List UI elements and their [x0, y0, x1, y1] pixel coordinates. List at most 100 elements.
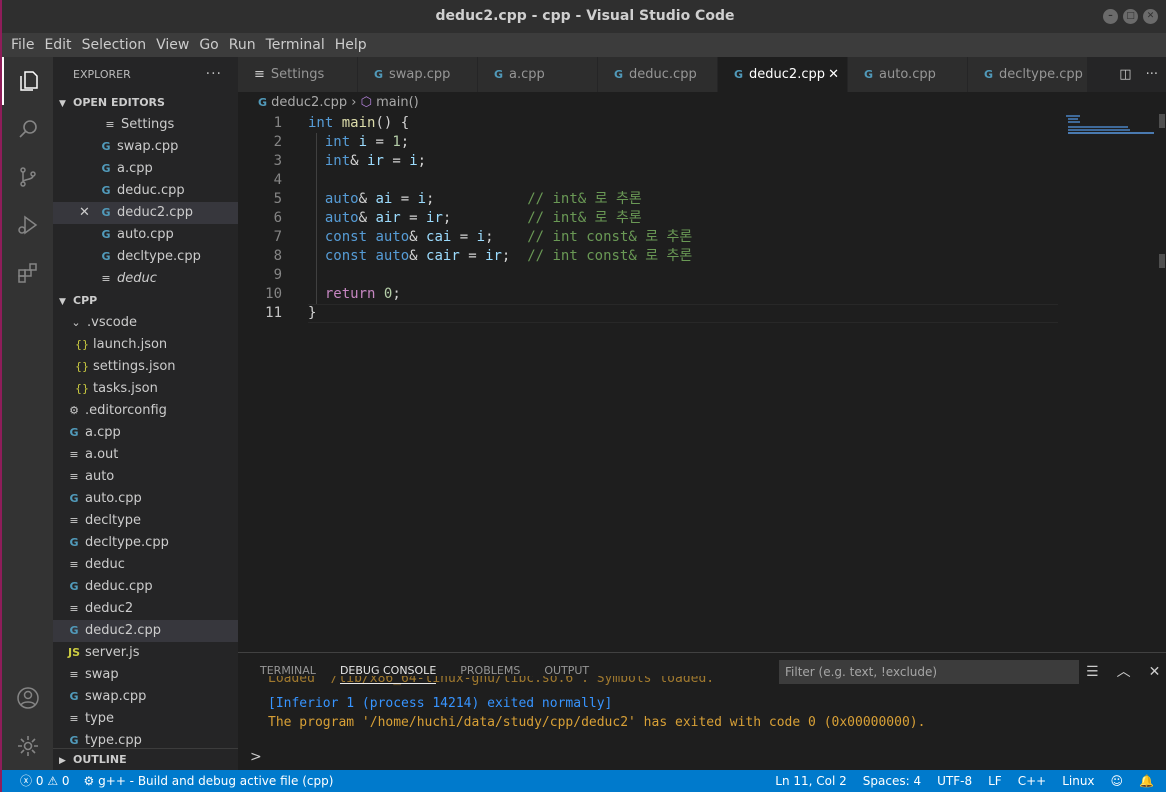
split-editor-icon[interactable]: ◫: [1119, 67, 1131, 82]
menu-bar: File Edit Selection View Go Run Terminal…: [2, 33, 1166, 57]
open-editor-decltype-cpp[interactable]: Gdecltype.cpp: [53, 246, 238, 268]
file-icon: ≡: [69, 602, 79, 615]
tab-swap-cpp[interactable]: Gswap.cpp: [358, 57, 478, 92]
tab-settings[interactable]: ≡ Settings: [238, 57, 358, 92]
explorer-title: EXPLORER: [73, 68, 131, 81]
file-auto-cpp[interactable]: Gauto.cpp: [53, 488, 238, 510]
menu-edit[interactable]: Edit: [39, 33, 76, 57]
language-mode[interactable]: C++: [1018, 770, 1047, 792]
os-indicator[interactable]: Linux: [1062, 770, 1094, 792]
search-icon[interactable]: [2, 105, 53, 153]
menu-view[interactable]: View: [151, 33, 194, 57]
current-line-highlight: [308, 304, 1058, 323]
menu-run[interactable]: Run: [224, 33, 261, 57]
file-server-js[interactable]: JS server.js: [53, 642, 238, 664]
problems-indicator[interactable]: ⓧ 0 ⚠ 0: [20, 770, 70, 792]
file-type-cpp[interactable]: Gtype.cpp: [53, 730, 238, 748]
c-plus-plus-icon: G: [101, 162, 111, 175]
feedback-icon[interactable]: ☺: [1111, 770, 1124, 792]
file-swap-cpp[interactable]: Gswap.cpp: [53, 686, 238, 708]
settings-icon: ≡: [254, 67, 265, 82]
file-icon: ≡: [69, 470, 79, 483]
debug-console-filter-input[interactable]: Filter (e.g. text, !exclude): [779, 660, 1079, 684]
file-icon: ≡: [69, 712, 79, 725]
chevron-down-icon: ⌄: [71, 316, 81, 329]
more-actions-icon[interactable]: ···: [206, 57, 222, 92]
close-icon[interactable]: ✕: [79, 202, 90, 224]
end-of-line[interactable]: LF: [988, 770, 1002, 792]
indentation[interactable]: Spaces: 4: [863, 770, 921, 792]
minimap[interactable]: [1064, 114, 1159, 144]
file-deduc[interactable]: ≡ deduc: [53, 554, 238, 576]
menu-go[interactable]: Go: [194, 33, 223, 57]
file-a-out[interactable]: ≡ a.out: [53, 444, 238, 466]
outline-header[interactable]: ▶ OUTLINE: [53, 748, 238, 770]
more-actions-icon[interactable]: ···: [1146, 67, 1158, 82]
tab-a-cpp[interactable]: Ga.cpp: [478, 57, 598, 92]
debug-icon: ⚙: [83, 774, 95, 788]
close-window-button[interactable]: ✕: [1143, 9, 1158, 24]
code-editor[interactable]: 1 int main() { 2 int i = 1; 3 int& ir = i…: [238, 114, 1166, 652]
folder-vscode[interactable]: ⌄ .vscode: [53, 312, 238, 334]
menu-terminal[interactable]: Terminal: [261, 33, 330, 57]
explorer-icon[interactable]: [2, 57, 53, 105]
close-panel-icon[interactable]: ✕: [1149, 660, 1161, 684]
file-launch-json[interactable]: {} launch.json: [53, 334, 238, 356]
menu-file[interactable]: File: [6, 33, 39, 57]
file-deduc2[interactable]: ≡ deduc2: [53, 598, 238, 620]
breadcrumb-file[interactable]: deduc2.cpp: [271, 95, 347, 110]
file-type[interactable]: ≡ type: [53, 708, 238, 730]
file-settings-json[interactable]: {} settings.json: [53, 356, 238, 378]
maximize-button[interactable]: □: [1123, 9, 1138, 24]
clear-console-icon[interactable]: ☰: [1086, 660, 1099, 684]
file-deduc2-cpp[interactable]: Gdeduc2.cpp: [53, 620, 238, 642]
tab-deduc2-cpp[interactable]: Gdeduc2.cpp ✕: [718, 57, 848, 92]
tab-deduc-cpp[interactable]: Gdeduc.cpp: [598, 57, 718, 92]
cursor-position[interactable]: Ln 11, Col 2: [775, 770, 847, 792]
folder-header-cpp[interactable]: ▼ CPP: [53, 290, 238, 312]
open-editor-a-cpp[interactable]: Ga.cpp: [53, 158, 238, 180]
symbol-method-icon: ⬡: [360, 95, 372, 110]
tab-auto-cpp[interactable]: Gauto.cpp: [848, 57, 968, 92]
file-swap[interactable]: ≡ swap: [53, 664, 238, 686]
scrollbar-thumb[interactable]: [1159, 114, 1165, 128]
file-auto[interactable]: ≡ auto: [53, 466, 238, 488]
extensions-icon[interactable]: [2, 249, 53, 297]
c-plus-plus-icon: G: [69, 624, 79, 637]
open-editor-swap-cpp[interactable]: Gswap.cpp: [53, 136, 238, 158]
menu-selection[interactable]: Selection: [77, 33, 152, 57]
open-editor-deduc2-cpp[interactable]: ✕ Gdeduc2.cpp: [53, 202, 238, 224]
file-decltype-cpp[interactable]: Gdecltype.cpp: [53, 532, 238, 554]
console-prompt-icon[interactable]: >: [250, 749, 262, 765]
open-editor-auto-cpp[interactable]: Gauto.cpp: [53, 224, 238, 246]
open-editor-settings[interactable]: ≡ Settings: [53, 114, 238, 136]
file-decltype[interactable]: ≡ decltype: [53, 510, 238, 532]
open-editor-deduc[interactable]: ≡ deduc: [53, 268, 238, 290]
close-tab-icon[interactable]: ✕: [828, 57, 839, 92]
run-debug-icon[interactable]: [2, 201, 53, 249]
open-editors-header[interactable]: ▼ OPEN EDITORS: [53, 92, 238, 114]
tab-decltype-cpp[interactable]: Gdecltype.cpp: [968, 57, 1088, 92]
file-tasks-json[interactable]: {} tasks.json: [53, 378, 238, 400]
minimize-button[interactable]: –: [1103, 9, 1118, 24]
manage-gear-icon[interactable]: [2, 722, 53, 770]
breadcrumb-symbol[interactable]: main(): [376, 95, 419, 110]
debug-config[interactable]: ⚙ g++ - Build and debug active file (cpp…: [84, 770, 334, 792]
source-control-icon[interactable]: [2, 153, 53, 201]
c-plus-plus-icon: G: [101, 228, 111, 241]
file-editorconfig[interactable]: ⚙ .editorconfig: [53, 400, 238, 422]
accounts-icon[interactable]: [2, 674, 53, 722]
js-icon: JS: [67, 646, 80, 659]
maximize-panel-icon[interactable]: ︿: [1117, 660, 1131, 684]
error-icon: ⓧ: [20, 774, 33, 788]
c-plus-plus-icon: G: [614, 68, 624, 81]
gear-icon: ⚙: [69, 404, 79, 417]
file-deduc-cpp[interactable]: Gdeduc.cpp: [53, 576, 238, 598]
chevron-down-icon: ▼: [59, 99, 66, 109]
open-editor-deduc-cpp[interactable]: Gdeduc.cpp: [53, 180, 238, 202]
menu-help[interactable]: Help: [330, 33, 372, 57]
encoding[interactable]: UTF-8: [937, 770, 972, 792]
breadcrumb: G deduc2.cpp › ⬡ main(): [238, 92, 1166, 114]
notifications-icon[interactable]: 🔔: [1139, 770, 1154, 792]
file-a-cpp[interactable]: Ga.cpp: [53, 422, 238, 444]
